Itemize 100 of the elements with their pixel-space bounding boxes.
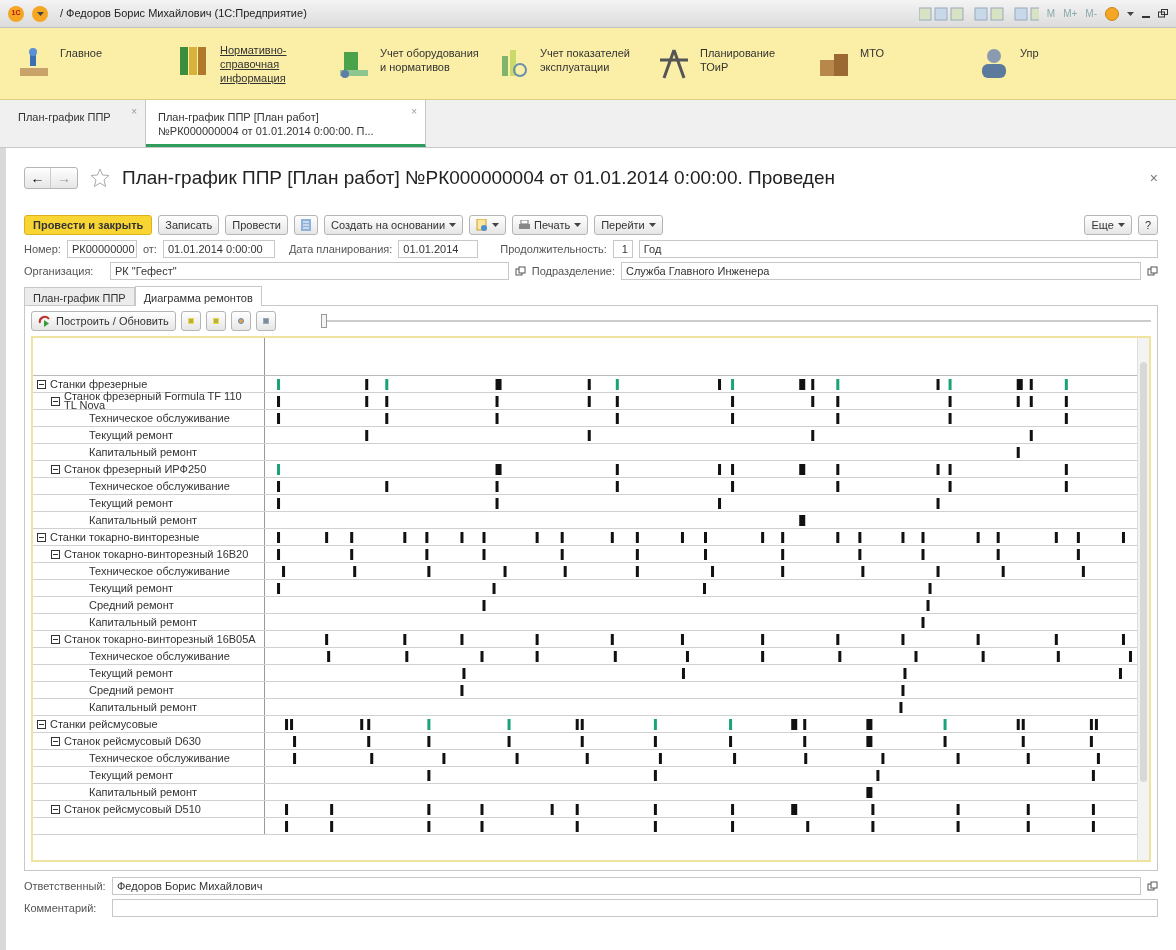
schedule-mark	[981, 651, 985, 662]
restore-icon[interactable]	[1158, 9, 1168, 18]
tree-item[interactable]: Текущий ремонт	[89, 766, 174, 784]
schedule-mark	[277, 583, 281, 594]
dropdown-button[interactable]: Создать на основании	[324, 215, 464, 235]
tree-item[interactable]: Техническое обслуживание	[89, 647, 230, 665]
schedule-mark	[731, 464, 735, 475]
schedule-mark	[480, 821, 484, 832]
tree-item[interactable]: Станки фрезерные	[50, 375, 148, 393]
open-icon[interactable]	[514, 265, 526, 277]
tree-item[interactable]: Техническое обслуживание	[89, 749, 230, 767]
open-tab[interactable]: План-график ППР [План работ] №РК000000004 от 01.01.2014 0:00:00. П... ×	[146, 100, 426, 147]
chart-tool-button[interactable]	[180, 311, 201, 331]
slider-thumb[interactable]	[320, 314, 327, 328]
section-link[interactable]: Планирование ТОиР	[700, 45, 804, 74]
chart-tool-button[interactable]	[205, 311, 226, 331]
department-field[interactable]: Служба Главного Инженера	[621, 262, 1141, 280]
tree-item[interactable]: Техническое обслуживание	[89, 562, 230, 580]
toolbar-button[interactable]: Записать	[158, 215, 220, 235]
collapse-icon[interactable]	[37, 719, 46, 729]
tree-item[interactable]: Капитальный ремонт	[89, 698, 198, 716]
back-button[interactable]: ←	[25, 168, 51, 188]
toolbar-button[interactable]: Провести	[225, 215, 288, 235]
document-button[interactable]	[469, 215, 507, 235]
tree-item[interactable]: Текущий ремонт	[89, 426, 174, 444]
list-button[interactable]	[294, 215, 318, 235]
collapse-icon[interactable]	[37, 379, 46, 389]
tree-item[interactable]: Станок токарно-винторезный 16В05А	[64, 630, 256, 648]
collapse-icon[interactable]	[51, 634, 60, 644]
caret-icon	[36, 11, 44, 16]
schedule-mark	[866, 787, 873, 798]
tree-item[interactable]: Капитальный ремонт	[89, 443, 198, 461]
collapse-icon[interactable]	[51, 549, 60, 559]
tree-item[interactable]: Капитальный ремонт	[89, 783, 198, 801]
schedule-mark	[956, 804, 960, 815]
responsible-field[interactable]: Федоров Борис Михайлович	[112, 877, 1141, 895]
organization-field[interactable]: РК "Гефест"	[110, 262, 509, 280]
tree-item[interactable]: Текущий ремонт	[89, 579, 174, 597]
tree-item[interactable]: Станок рейсмусовый D510	[64, 800, 201, 818]
collapse-icon[interactable]	[51, 804, 60, 814]
tree-item[interactable]: Средний ремонт	[89, 681, 174, 699]
number-field[interactable]: РК00000000	[66, 240, 137, 258]
schedule-mark	[914, 651, 918, 662]
collapse-icon[interactable]	[51, 736, 60, 746]
info-icon[interactable]	[1105, 6, 1119, 21]
tree-item[interactable]: Станок фрезерный ИРФ250	[64, 460, 207, 478]
tree-item[interactable]: Станки рейсмусовые	[50, 715, 158, 733]
tree-item[interactable]: Техническое обслуживание	[89, 409, 230, 427]
star-icon[interactable]	[90, 168, 110, 188]
schedule-mark	[365, 396, 369, 407]
zoom-slider[interactable]	[320, 314, 1151, 328]
print-button[interactable]: Печать	[512, 215, 589, 235]
section-link[interactable]: Нормативно-справочная информация	[220, 42, 324, 85]
schedule-mark	[495, 481, 499, 492]
help-button[interactable]: ?	[1137, 215, 1158, 235]
section-link[interactable]: Учет оборудования и нормативов	[380, 45, 484, 74]
section-link[interactable]: Упр	[1020, 45, 1039, 60]
build-button[interactable]: Построить / Обновить	[31, 311, 176, 331]
post-and-close-button[interactable]: Провести и закрыть	[24, 215, 153, 235]
menu-button[interactable]	[32, 5, 48, 22]
tree-item[interactable]: Текущий ремонт	[89, 494, 174, 512]
collapse-icon[interactable]	[51, 396, 60, 406]
scrollbar[interactable]	[1137, 338, 1149, 860]
more-button[interactable]: Еще	[1084, 215, 1132, 235]
chart-tool-button[interactable]	[230, 311, 251, 331]
schedule-mark	[427, 736, 431, 747]
schedule-mark	[799, 515, 806, 526]
tree-item[interactable]: Станки токарно-винторезные	[50, 528, 200, 546]
form-tab[interactable]: Диаграмма ремонтов	[134, 286, 262, 306]
tree-item[interactable]: Техническое обслуживание	[89, 477, 230, 495]
tree-item[interactable]: Средний ремонт	[89, 596, 174, 614]
open-icon[interactable]	[1147, 880, 1158, 892]
duration-field[interactable]: 1	[612, 240, 633, 258]
tree-item[interactable]: Капитальный ремонт	[89, 613, 198, 631]
schedule-mark	[460, 685, 464, 696]
chart-tool-button[interactable]	[255, 311, 276, 331]
schedule-mark	[615, 396, 619, 407]
form-title: План-график ППР [План работ] №РК000000004 от 01.01.2014 0:00:00. Проведен	[122, 165, 836, 190]
tree-item[interactable]: Текущий ремонт	[89, 664, 174, 682]
section-link[interactable]: Учет показателей эксплуатации	[540, 45, 644, 74]
open-icon[interactable]	[1147, 265, 1158, 277]
comment-field[interactable]	[112, 899, 1158, 917]
tree-item[interactable]: Станок рейсмусовый D630	[64, 732, 201, 750]
schedule-mark	[704, 549, 707, 560]
section-link[interactable]: Главное	[60, 45, 103, 60]
close-button[interactable]: ×	[1149, 167, 1158, 189]
dropdown-button[interactable]: Перейти	[594, 215, 663, 235]
tree-item[interactable]: Станок токарно-винторезный 16В20	[64, 545, 249, 563]
schedule-mark	[761, 651, 765, 662]
duration-unit-field[interactable]: Год	[638, 240, 1158, 258]
tree-item[interactable]: Капитальный ремонт	[89, 511, 198, 529]
tree-item[interactable]: Станок фрезерный Formula TF 110 TL Nova	[64, 392, 244, 410]
section-link[interactable]: МТО	[860, 45, 884, 60]
collapse-icon[interactable]	[51, 464, 60, 474]
navigation-buttons[interactable]: ← →	[24, 167, 78, 189]
plan-date-field[interactable]: 01.01.2014	[398, 240, 479, 258]
form-tab[interactable]: План-график ППР	[24, 287, 135, 305]
field-label: Организация:	[24, 263, 95, 279]
collapse-icon[interactable]	[37, 532, 46, 542]
date-field[interactable]: 01.01.2014 0:00:00	[162, 240, 275, 258]
